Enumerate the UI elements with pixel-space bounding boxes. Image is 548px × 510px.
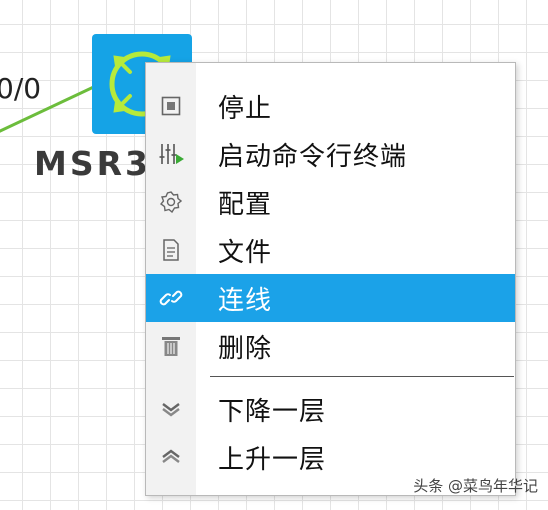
menu-item-connect[interactable]: 连线	[146, 274, 515, 322]
menu-item-label: 停止	[218, 93, 273, 124]
chevron-up-icon	[146, 433, 196, 481]
menu-item-label: 删除	[218, 333, 273, 364]
menu-item-move-up-layer[interactable]: 上升一层	[146, 433, 515, 481]
menu-item-file[interactable]: 文件	[146, 226, 515, 274]
menu-item-delete[interactable]: 删除	[146, 322, 515, 370]
trash-icon	[146, 322, 196, 370]
menu-item-label: 配置	[218, 189, 273, 220]
port-label: 0/0	[0, 72, 42, 105]
menu-item-label: 文件	[218, 237, 273, 268]
link-icon	[146, 274, 196, 322]
menu-item-move-down-layer[interactable]: 下降一层	[146, 385, 515, 433]
context-menu: 停止 启动命令行终端 配置 文件 连线 删除 下降一层 上升一层	[145, 62, 516, 496]
menu-separator	[210, 376, 514, 377]
menu-item-config[interactable]: 配置	[146, 178, 515, 226]
menu-item-label: 连线	[218, 285, 273, 316]
menu-item-label: 启动命令行终端	[218, 141, 408, 172]
menu-item-label: 下降一层	[218, 396, 327, 427]
menu-item-stop[interactable]: 停止	[146, 82, 515, 130]
menu-item-label: 上升一层	[218, 444, 327, 475]
watermark-text: 头条 @菜鸟年华记	[413, 477, 538, 495]
gear-icon	[146, 178, 196, 226]
chevron-down-icon	[146, 385, 196, 433]
terminal-sliders-icon	[146, 130, 196, 178]
stop-icon	[146, 82, 196, 130]
menu-item-start-terminal[interactable]: 启动命令行终端	[146, 130, 515, 178]
file-icon	[146, 226, 196, 274]
